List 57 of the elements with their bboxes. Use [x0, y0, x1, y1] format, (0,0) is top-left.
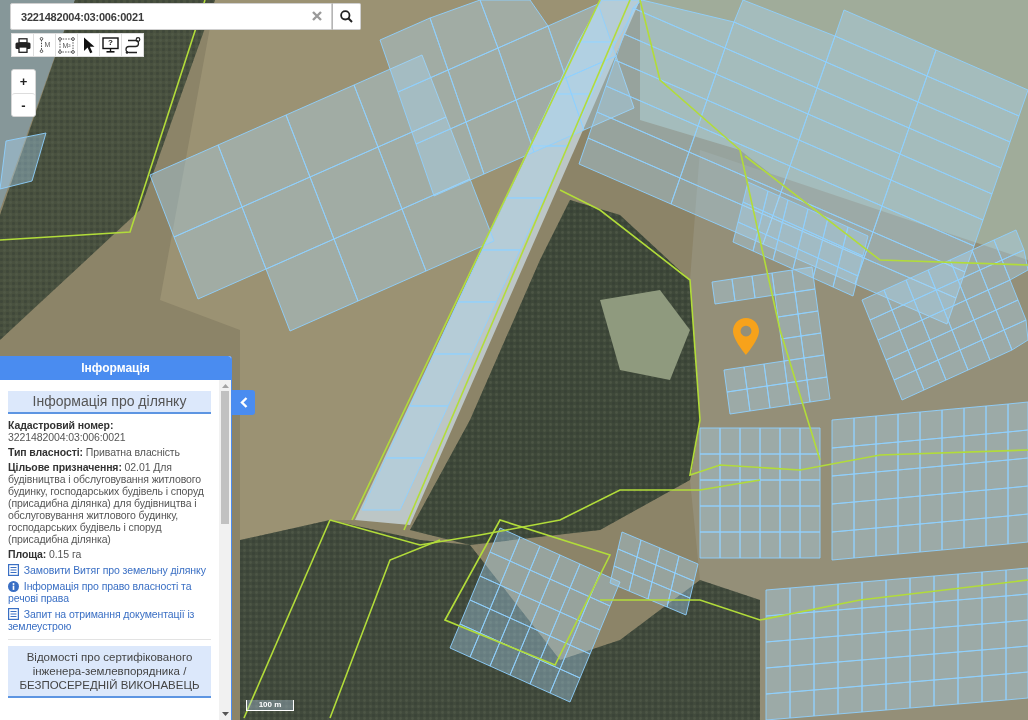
search-field[interactable]: 3221482004:03:006:0021 — [10, 3, 332, 30]
route-icon — [124, 36, 141, 54]
land-parcel[interactable] — [509, 536, 541, 571]
info-icon — [8, 581, 19, 592]
section-heading: Інформація про ділянку — [8, 391, 211, 414]
land-parcel[interactable] — [469, 632, 501, 667]
scrollbar[interactable] — [219, 380, 231, 720]
land-parcel[interactable] — [670, 572, 695, 599]
land-parcel[interactable] — [479, 551, 511, 586]
measure-line-icon — [38, 37, 44, 53]
land-parcel[interactable] — [569, 620, 601, 655]
land-parcel[interactable] — [449, 623, 481, 658]
land-parcel[interactable] — [459, 599, 491, 634]
route-button[interactable] — [121, 33, 144, 57]
land-parcel[interactable] — [0, 132, 47, 190]
field-text: Тип власності: Приватна власність — [8, 446, 181, 458]
field-text: Цільове призначення: 02.01 Для будівництва і обслуговування житлового будинку, господарських будівель і споруд (присадибна ділянка) для будівництва і обслуговування житлового будинку, господарських будівель і споруд (присадибна ділянка) — [8, 461, 205, 545]
land-parcel[interactable] — [489, 641, 521, 676]
help-button[interactable]: ? — [99, 33, 122, 57]
area-frame-icon — [58, 36, 75, 54]
land-parcel[interactable] — [469, 575, 501, 610]
field-text: Площа: 0.15 га — [8, 548, 83, 560]
land-parcel[interactable] — [499, 617, 531, 652]
land-parcel[interactable] — [559, 644, 591, 679]
document-icon — [8, 608, 19, 620]
print-button[interactable] — [11, 33, 34, 57]
land-parcel[interactable] — [539, 635, 571, 670]
select-button[interactable] — [77, 33, 100, 57]
location-pin-icon[interactable] — [733, 318, 759, 355]
close-icon — [312, 11, 322, 21]
chevron-left-icon — [239, 397, 248, 408]
scale-bar: 100 m — [246, 700, 294, 711]
land-parcel[interactable] — [479, 608, 511, 643]
land-parcel[interactable] — [519, 626, 551, 661]
panel-header: Інформація — [0, 356, 231, 380]
caret-down-icon — [221, 712, 229, 716]
link[interactable]: Інформація про право власності та речові права — [8, 580, 211, 604]
land-parcel[interactable] — [509, 650, 541, 685]
link[interactable]: Замовити Витяг про земельну ділянку — [8, 564, 211, 576]
link[interactable]: Запит на отримання документації із землеустрою — [8, 608, 211, 632]
land-parcel[interactable] — [149, 144, 243, 238]
section-heading: Відомості про сертифікованого інженера-землевпорядника / БЕЗПОСЕРЕДНІЙ ВИКОНАВЕЦЬ — [8, 646, 211, 698]
field-text: Кадастровий номер: 3221482004:03:006:0021 — [8, 419, 127, 443]
land-parcel[interactable] — [489, 527, 521, 562]
collapse-panel-button[interactable] — [232, 390, 255, 415]
land-parcel[interactable] — [529, 659, 561, 694]
scrollbar-thumb[interactable] — [221, 391, 229, 524]
monitor-icon — [102, 37, 119, 53]
printer-icon — [14, 37, 31, 53]
search-icon — [340, 10, 353, 23]
clear-search-button[interactable] — [312, 11, 322, 21]
zoom-out-button[interactable]: - — [12, 93, 35, 116]
caret-up-icon — [221, 384, 229, 388]
land-parcel[interactable] — [549, 668, 581, 703]
document-icon — [8, 564, 19, 576]
search-button[interactable] — [332, 3, 361, 30]
cursor-icon — [82, 36, 95, 54]
